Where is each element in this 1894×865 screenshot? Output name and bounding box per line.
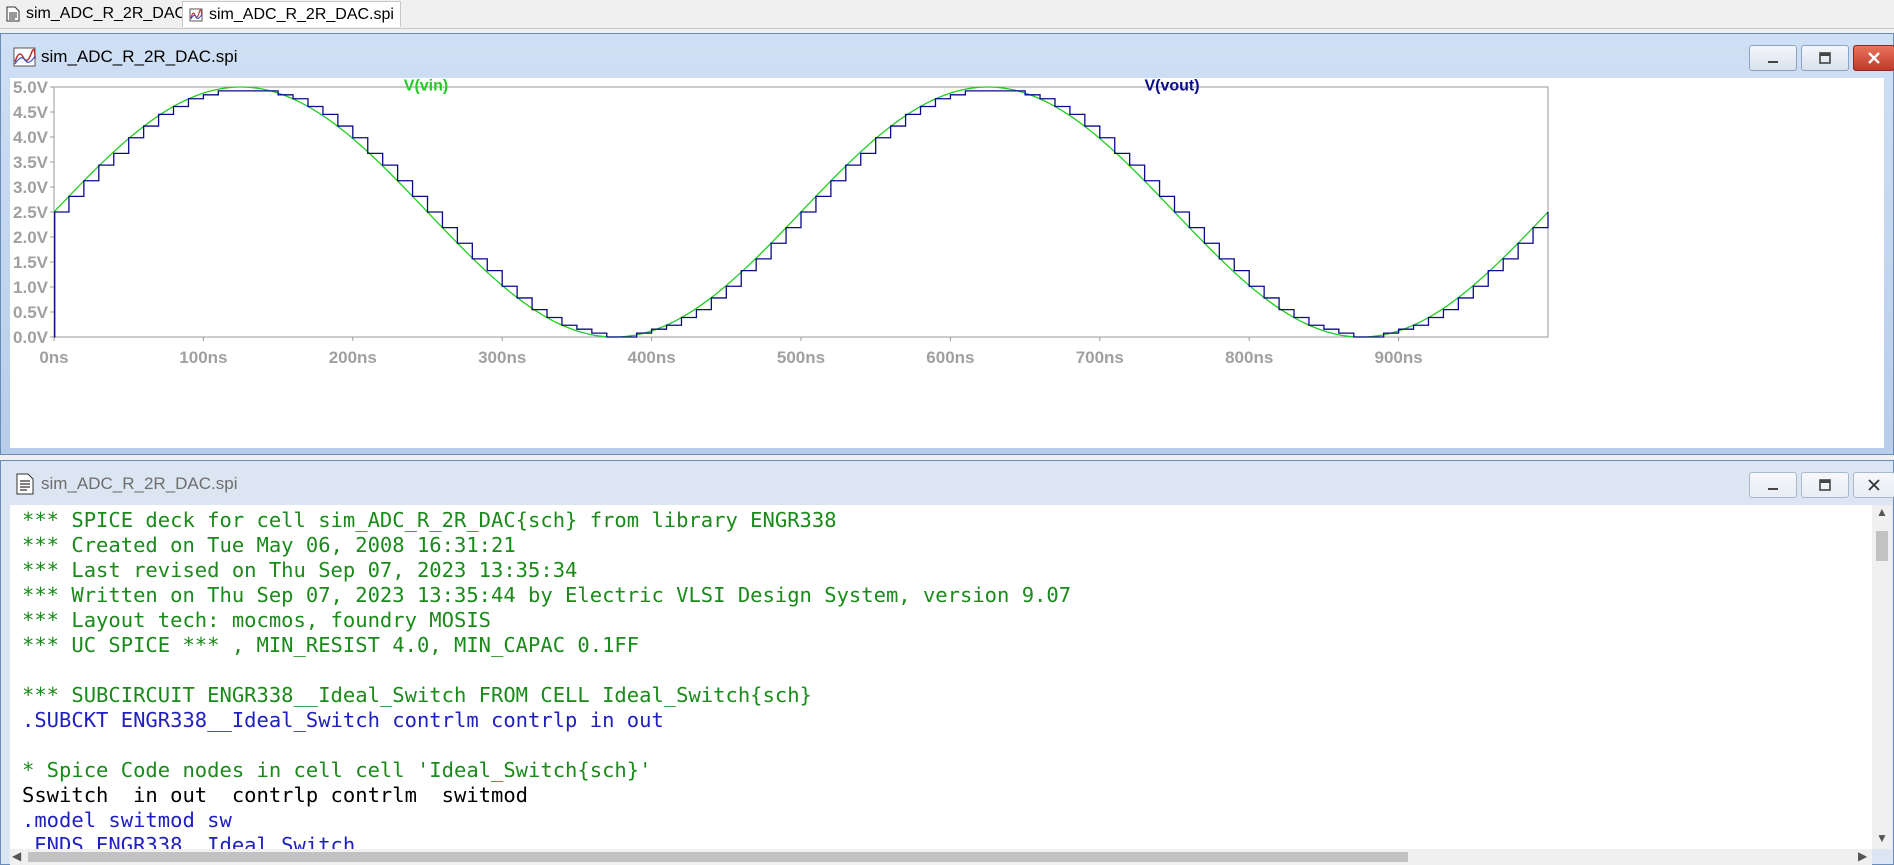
y-tick-label: 0.5V (13, 303, 49, 322)
y-tick-label: 4.5V (13, 103, 49, 122)
y-tick-label: 1.5V (13, 253, 49, 272)
minimize-button[interactable] (1749, 472, 1797, 498)
vertical-scroll-thumb[interactable] (1876, 531, 1888, 561)
horizontal-scroll-thumb[interactable] (28, 852, 1408, 862)
netlist-line[interactable]: *** Written on Thu Sep 07, 2023 13:35:44… (22, 583, 1071, 608)
close-icon (1868, 479, 1880, 491)
netlist-line[interactable]: .model switmod sw (22, 808, 232, 833)
x-tick-label: 900ns (1374, 348, 1422, 367)
x-tick-label: 500ns (777, 348, 825, 367)
waveform-chart[interactable]: 0.0V 0.5V 1.0V 1.5V 2.0V 2.5V 3.0V 3.5V 4.0V 4.5V… (10, 77, 1884, 448)
scroll-right-icon[interactable]: ▶ (1858, 849, 1867, 863)
document-tab-strip: sim_ADC_R_2R_DAC.spi sim_ADC_R_2R_DAC.sp… (0, 0, 1894, 29)
vout-trace[interactable] (54, 90, 1549, 338)
close-icon (1868, 52, 1880, 64)
y-tick-label: 5.0V (13, 78, 49, 97)
legend-vout[interactable]: V(vout) (1144, 77, 1199, 94)
y-tick-label: 4.0V (13, 128, 49, 147)
vertical-scrollbar[interactable]: ▲ ▼ (1872, 505, 1892, 849)
netlist-line[interactable]: .ENDS ENGR338__Ideal_Switch (22, 833, 355, 849)
netlist-line[interactable]: Sswitch in out contrlp contrlm switmod (22, 783, 528, 808)
waveform-file-icon (13, 47, 36, 67)
y-tick-label: 0.0V (13, 328, 49, 347)
maximize-icon (1819, 52, 1831, 64)
netlist-line[interactable]: *** Created on Tue May 06, 2008 16:31:21 (22, 533, 516, 558)
x-tick-label: 0ns (39, 348, 68, 367)
netlist-window-titlebar[interactable]: sim_ADC_R_2R_DAC.spi (1, 461, 1894, 507)
tab-waveform[interactable]: sim_ADC_R_2R_DAC.spi (182, 1, 401, 27)
minimize-icon (1768, 488, 1778, 490)
y-tick-label: 3.5V (13, 153, 49, 172)
maximize-button[interactable] (1801, 472, 1849, 498)
netlist-line[interactable]: *** SUBCIRCUIT ENGR338__Ideal_Switch FRO… (22, 683, 812, 708)
y-tick-label: 2.5V (13, 203, 49, 222)
minimize-icon (1768, 61, 1778, 63)
netlist-line[interactable]: .SUBCKT ENGR338__Ideal_Switch contrlm co… (22, 708, 664, 733)
waveform-plot[interactable]: 0.0V 0.5V 1.0V 1.5V 2.0V 2.5V 3.0V 3.5V 4.0V 4.5V… (10, 77, 1884, 448)
netlist-file-icon (6, 6, 20, 22)
window-title: sim_ADC_R_2R_DAC.spi (41, 474, 238, 493)
y-tick-label: 1.0V (13, 278, 49, 297)
netlist-line[interactable]: *** Last revised on Thu Sep 07, 2023 13:… (22, 558, 577, 583)
netlist-line[interactable]: * Spice Code nodes in cell cell 'Ideal_S… (22, 758, 651, 783)
window-title: sim_ADC_R_2R_DAC.spi (41, 47, 238, 66)
maximize-icon (1819, 479, 1831, 491)
x-tick-label: 100ns (179, 348, 227, 367)
y-tick-label: 2.0V (13, 228, 49, 247)
legend-vin[interactable]: V(vin) (404, 77, 448, 94)
close-button[interactable] (1853, 472, 1894, 498)
maximize-button[interactable] (1801, 45, 1849, 71)
scroll-down-icon[interactable]: ▼ (1876, 831, 1888, 845)
netlist-text-editor[interactable]: *** SPICE deck for cell sim_ADC_R_2R_DAC… (10, 505, 1872, 849)
close-button[interactable] (1853, 45, 1894, 71)
y-tick-label: 3.0V (13, 178, 49, 197)
x-tick-label: 800ns (1225, 348, 1273, 367)
x-tick-label: 300ns (478, 348, 526, 367)
minimize-button[interactable] (1749, 45, 1797, 71)
x-tick-label: 600ns (926, 348, 974, 367)
x-tick-label: 200ns (329, 348, 377, 367)
scroll-left-icon[interactable]: ◀ (12, 849, 21, 863)
scroll-up-icon[interactable]: ▲ (1876, 505, 1888, 519)
horizontal-scrollbar[interactable]: ◀ ▶ (10, 849, 1872, 865)
netlist-file-icon (16, 473, 34, 495)
x-tick-label: 400ns (627, 348, 675, 367)
netlist-line[interactable]: *** SPICE deck for cell sim_ADC_R_2R_DAC… (22, 508, 837, 533)
netlist-line[interactable]: *** Layout tech: mocmos, foundry MOSIS (22, 608, 491, 633)
netlist-line[interactable]: *** UC SPICE *** , MIN_RESIST 4.0, MIN_C… (22, 633, 639, 658)
x-tick-label: 700ns (1076, 348, 1124, 367)
tab-label: sim_ADC_R_2R_DAC.spi (209, 5, 394, 23)
waveform-window-titlebar[interactable]: sim_ADC_R_2R_DAC.spi (1, 34, 1894, 80)
waveform-file-icon (189, 8, 203, 21)
